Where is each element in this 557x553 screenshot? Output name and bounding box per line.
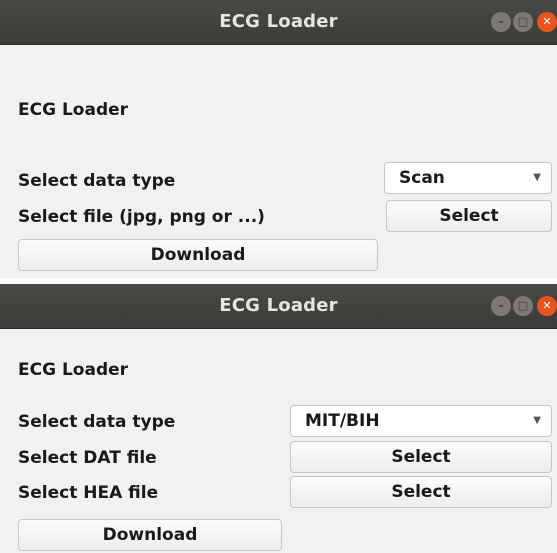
data-type-value: Scan (399, 168, 445, 188)
chevron-down-icon: ▼ (533, 415, 541, 426)
minimize-icon[interactable]: – (491, 12, 511, 32)
chevron-down-icon: ▼ (533, 172, 541, 183)
window-title: ECG Loader (219, 295, 338, 316)
ecg-loader-window-scan: ECG Loader – □ ✕ ECG Loader Select data … (0, 0, 557, 278)
select-dat-button[interactable]: Select (290, 441, 552, 473)
ecg-loader-window-mitbih: ECG Loader – □ ✕ ECG Loader Select data … (0, 284, 557, 553)
maximize-icon[interactable]: □ (513, 12, 533, 32)
select-file-button[interactable]: Select (386, 200, 552, 232)
data-type-dropdown[interactable]: Scan ▼ (384, 162, 552, 194)
heading-label: ECG Loader (18, 100, 129, 120)
heading-label: ECG Loader (18, 360, 129, 380)
data-type-dropdown[interactable]: MIT/BIH ▼ (290, 405, 552, 437)
dat-file-label: Select DAT file (18, 448, 157, 468)
data-type-label: Select data type (18, 171, 176, 191)
download-button[interactable]: Download (18, 239, 378, 271)
data-type-value: MIT/BIH (305, 411, 380, 431)
close-icon[interactable]: ✕ (537, 296, 557, 316)
title-bar[interactable]: ECG Loader – □ ✕ (0, 0, 557, 45)
window-title: ECG Loader (219, 11, 338, 32)
minimize-icon[interactable]: – (491, 296, 511, 316)
download-button[interactable]: Download (18, 519, 282, 551)
title-bar[interactable]: ECG Loader – □ ✕ (0, 284, 557, 329)
data-type-label: Select data type (18, 412, 176, 432)
maximize-icon[interactable]: □ (513, 296, 533, 316)
select-hea-button[interactable]: Select (290, 476, 552, 508)
close-icon[interactable]: ✕ (537, 12, 557, 32)
file-label: Select file (jpg, png or ...) (18, 207, 265, 227)
hea-file-label: Select HEA file (18, 483, 159, 503)
